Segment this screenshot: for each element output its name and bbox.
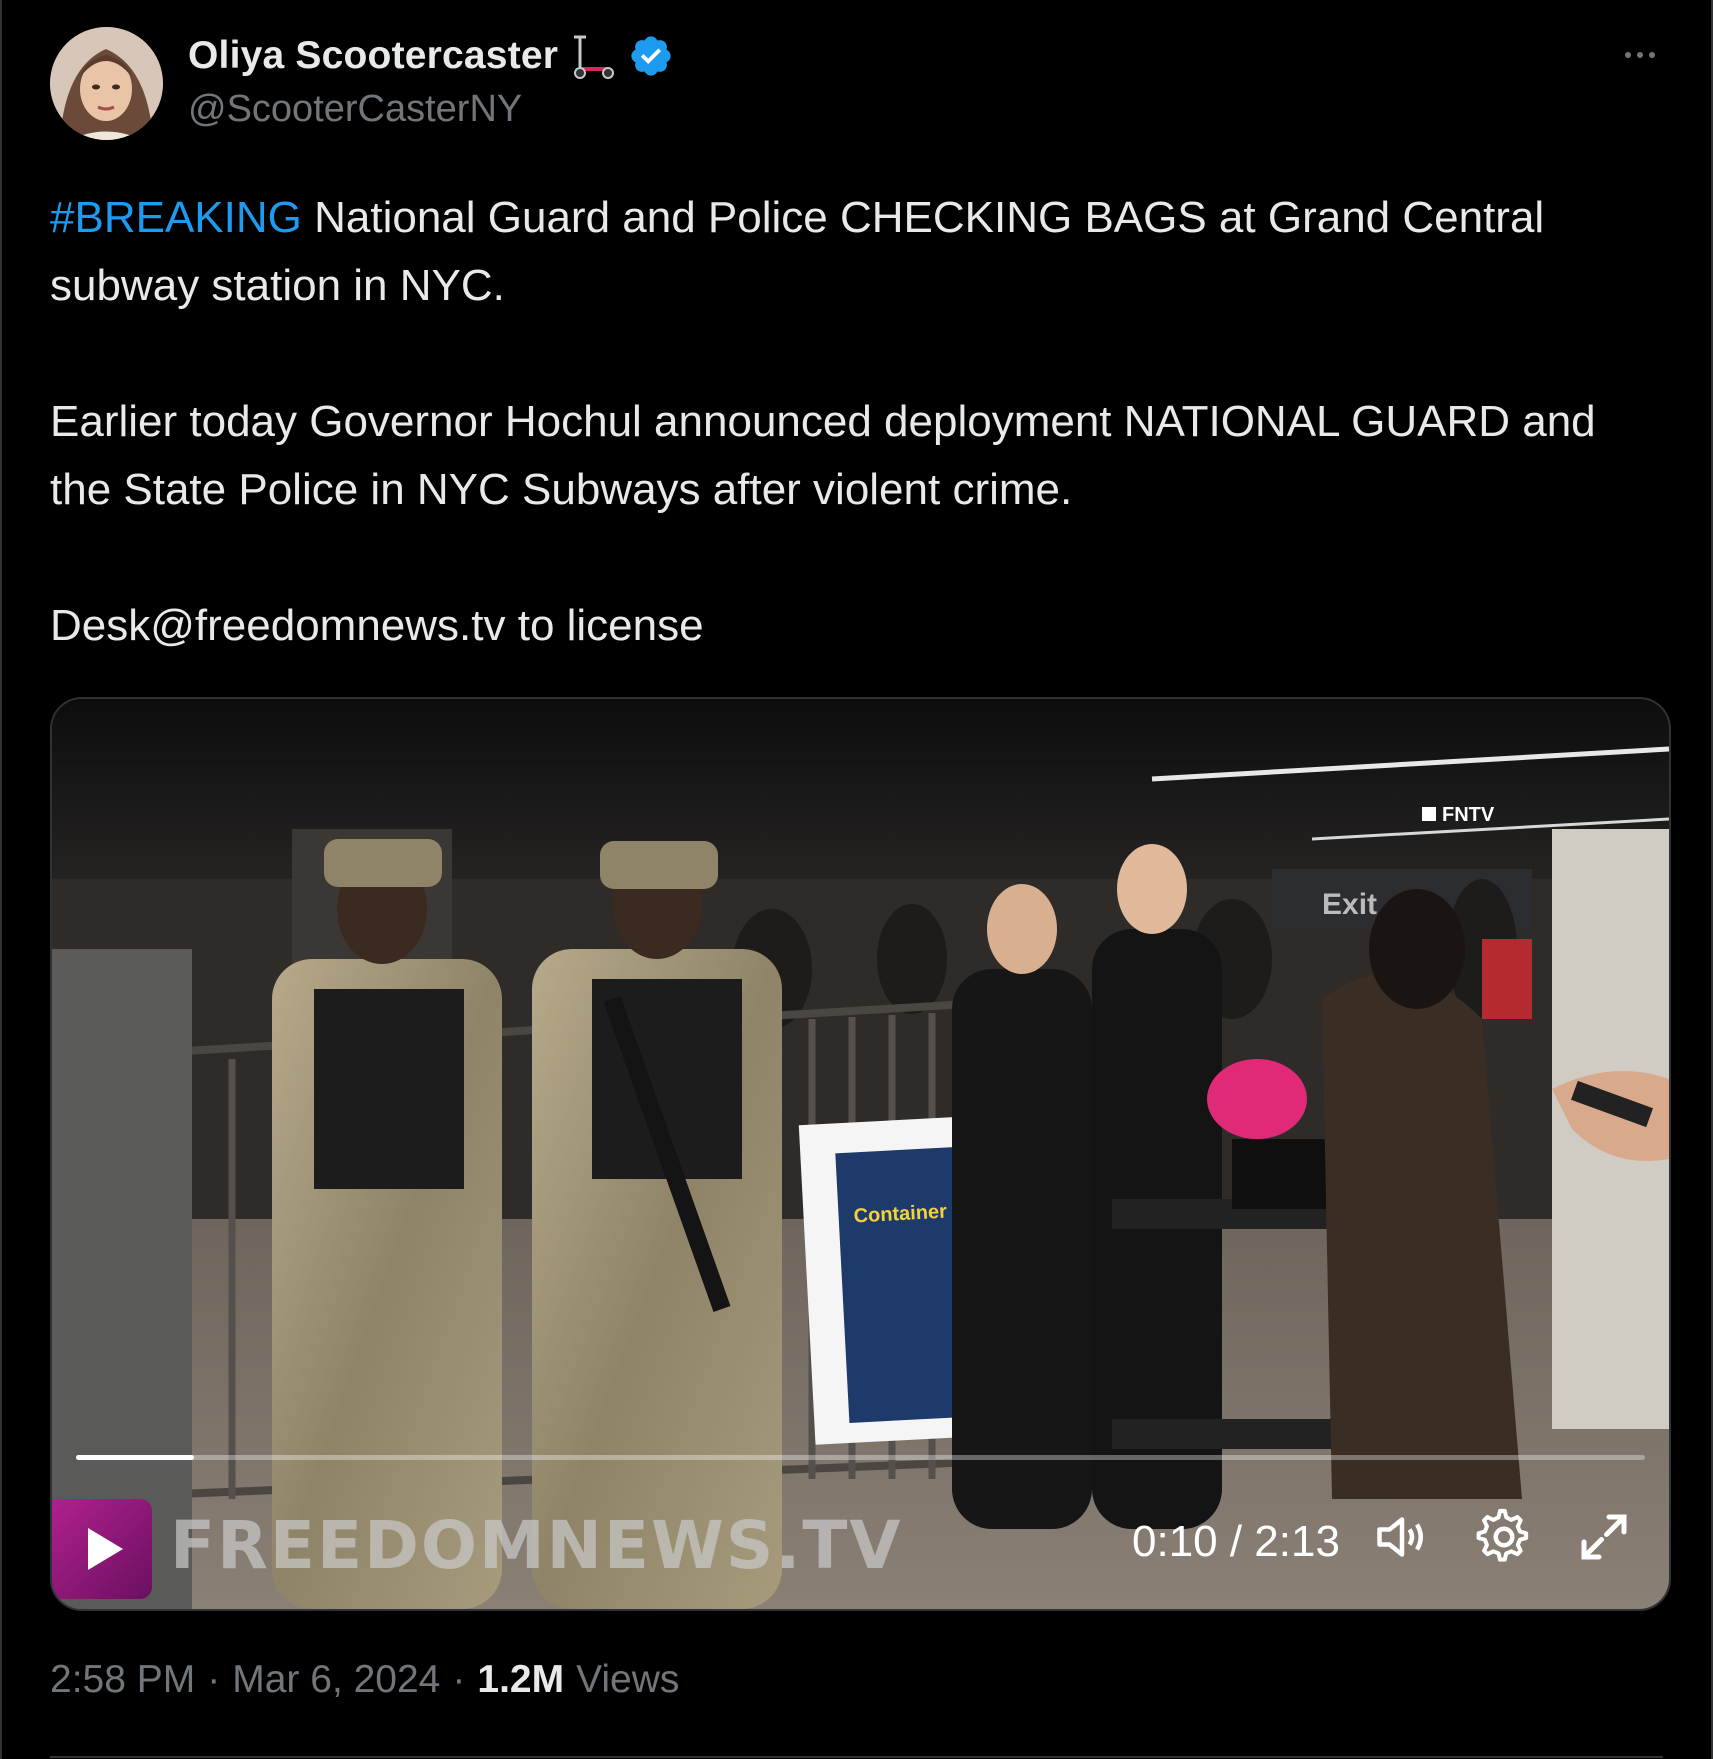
meta-separator: · [207,1658,221,1701]
play-button[interactable] [52,1499,152,1599]
video-player[interactable]: Exit FNTV Container FREEDOMNEWS.TV 0:10 … [50,697,1671,1611]
author-display-name[interactable]: Oliya Scootercaster [188,34,558,78]
more-dot-icon [1649,52,1655,58]
play-icon [88,1528,123,1570]
avatar[interactable] [50,27,163,140]
more-dot-icon [1637,52,1643,58]
tweet-text: #BREAKING National Guard and Police CHEC… [50,184,1650,660]
settings-button[interactable] [1474,1507,1534,1567]
views-count: 1.2M [477,1658,565,1701]
tweet-paragraph-1: #BREAKING National Guard and Police CHEC… [50,184,1650,320]
verified-badge-icon[interactable] [628,33,674,79]
tweet-date[interactable]: Mar 6, 2024 [232,1658,440,1702]
fullscreen-icon [1581,1514,1627,1560]
volume-button[interactable] [1372,1507,1432,1567]
left-border [0,0,2,1759]
video-progress-fill [76,1455,194,1460]
video-watermark: FREEDOMNEWS.TV [170,1507,903,1584]
tweet-paragraph-3: Desk@freedomnews.tv to license [50,601,704,650]
video-controls: FREEDOMNEWS.TV 0:10 / 2:13 [52,1499,1669,1599]
video-time: 0:10 / 2:13 [1132,1517,1340,1566]
tweet-time[interactable]: 2:58 PM [50,1658,195,1702]
author-name-row: Oliya Scootercaster [188,30,674,82]
kick-scooter-icon [568,31,618,81]
video-frame: Exit FNTV Container [52,699,1669,1609]
author-handle[interactable]: @ScooterCasterNY [188,88,522,131]
fullscreen-button[interactable] [1574,1507,1634,1567]
speaker-icon [1377,1517,1423,1557]
gear-icon [1476,1508,1529,1562]
tweet-meta: 2:58 PM · Mar 6, 2024 · 1.2M Views [50,1658,679,1702]
avatar-image [50,27,163,140]
bottom-divider [50,1756,1663,1758]
meta-separator: · [452,1658,466,1701]
video-progress-bar[interactable] [76,1455,1645,1460]
corner-tag-text: FNTV [1442,804,1495,826]
tweet-paragraph-2: Earlier today Governor Hochul announced … [50,397,1596,514]
more-options-button[interactable] [1615,40,1665,70]
more-dot-icon [1625,52,1631,58]
hashtag-link[interactable]: #BREAKING [50,193,302,242]
views-label: Views [576,1658,680,1701]
exit-sign-text: Exit [1322,888,1377,921]
